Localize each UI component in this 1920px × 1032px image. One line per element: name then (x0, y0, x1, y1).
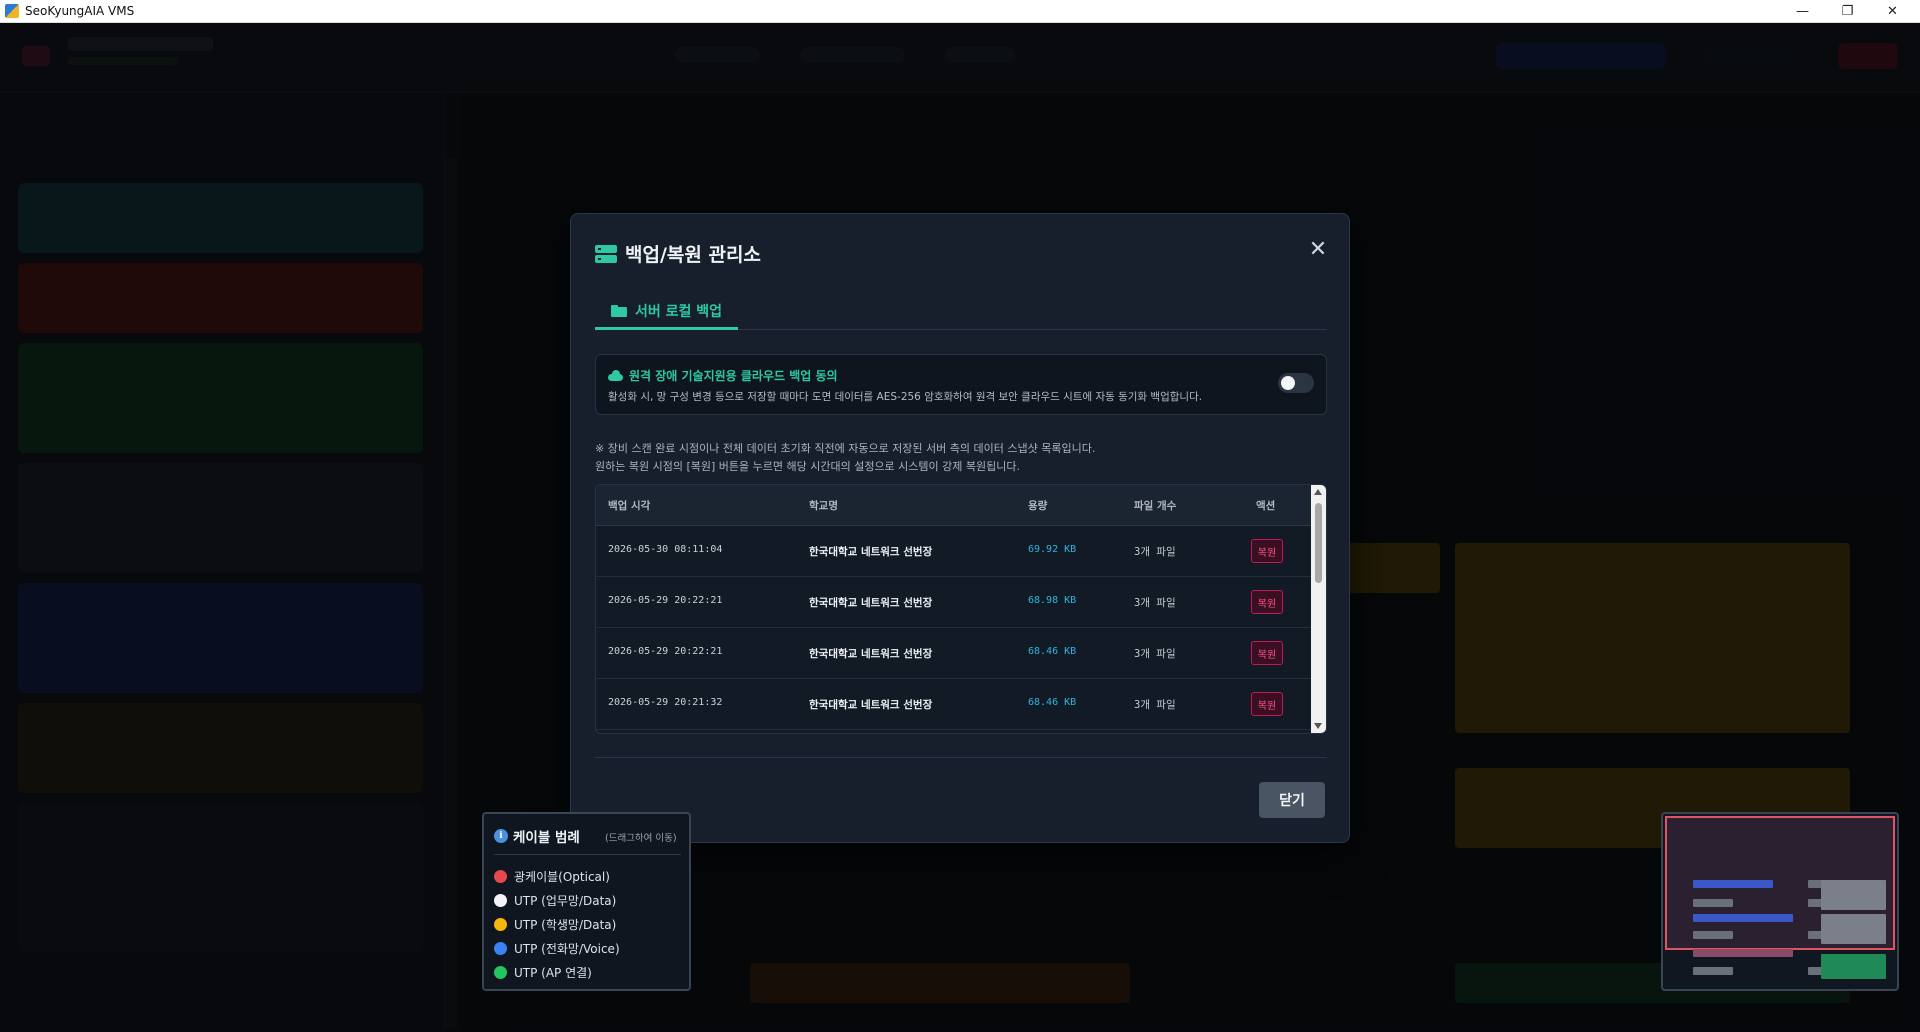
table-row: 2026-05-30 08:11:04 한국대학교 네트워크 선번장 69.92… (596, 526, 1311, 577)
backup-size: 68.98 KB (1028, 595, 1077, 606)
school-name: 한국대학교 네트워크 선번장 (809, 699, 933, 711)
app-icon (5, 4, 19, 18)
consent-description: 활성화 시, 망 구성 변경 등으로 저장할 때마다 도면 데이터를 AES-2… (608, 391, 1203, 403)
backup-time: 2026-05-29 20:22:21 (608, 646, 723, 657)
minimap-block (1693, 949, 1793, 957)
close-icon[interactable]: ✕ (1305, 236, 1331, 262)
file-count: 3개 파일 (1134, 699, 1176, 711)
minimap-block (1821, 954, 1886, 979)
window-titlebar: SeoKyungAIA VMS — ❐ ✕ (0, 0, 1920, 23)
minimap-block (1693, 967, 1733, 975)
cloud-upload-icon (608, 370, 623, 381)
legend-item-utp-data: UTP (업무망/Data) (494, 892, 616, 909)
legend-label: 광케이블(Optical) (514, 870, 610, 884)
file-count: 3개 파일 (1134, 648, 1176, 660)
backup-size: 68.46 KB (1028, 697, 1077, 708)
cloud-backup-toggle[interactable] (1278, 373, 1314, 393)
red-dot-icon (494, 870, 507, 883)
column-header-school: 학교명 (809, 500, 838, 512)
legend-item-optical: 광케이블(Optical) (494, 868, 610, 885)
yellow-dot-icon (494, 918, 507, 931)
modal-header: 백업/복원 관리소 (595, 240, 761, 267)
modal-title: 백업/복원 관리소 (625, 244, 761, 266)
legend-label: UTP (업무망/Data) (514, 894, 617, 908)
close-window-button[interactable]: ✕ (1870, 0, 1915, 23)
school-name: 한국대학교 네트워크 선번장 (809, 546, 933, 558)
restore-button[interactable]: 복원 (1251, 692, 1283, 716)
column-header-size: 용량 (1028, 500, 1048, 512)
backup-time: 2026-05-30 08:11:04 (608, 544, 723, 555)
column-header-files: 파일 개수 (1134, 500, 1177, 512)
minimap-block (1693, 880, 1773, 888)
backup-note-2: 원하는 복원 시점의 [복원] 버튼을 누르면 해당 시간대의 설정으로 시스템… (595, 460, 1020, 473)
column-header-action: 액션 (1256, 500, 1276, 512)
window-title: SeoKyungAIA VMS (25, 4, 135, 18)
school-name: 한국대학교 네트워크 선번장 (809, 648, 933, 660)
folder-open-icon (611, 304, 627, 317)
minimap[interactable] (1661, 812, 1899, 991)
legend-item-utp-ap: UTP (AP 연결) (494, 964, 592, 981)
restore-button[interactable]: 복원 (1251, 590, 1283, 614)
legend-item-utp-voice: UTP (전화망/Voice) (494, 940, 620, 957)
legend-divider (494, 854, 681, 855)
backup-size: 69.92 KB (1028, 544, 1077, 555)
legend-label: UTP (전화망/Voice) (514, 942, 620, 956)
restore-button[interactable]: 복원 (1251, 641, 1283, 665)
tab-label: 서버 로컬 백업 (635, 303, 723, 320)
file-count: 3개 파일 (1134, 597, 1176, 609)
table-row: 2026-05-29 20:22:21 한국대학교 네트워크 선번장 68.46… (596, 628, 1311, 679)
legend-label: UTP (학생망/Data) (514, 918, 617, 932)
table-scrollbar[interactable] (1311, 485, 1326, 733)
legend-label: UTP (AP 연결) (514, 966, 592, 980)
cloud-backup-consent: 원격 장애 기술지원용 클라우드 백업 동의 활성화 시, 망 구성 변경 등으… (595, 354, 1327, 415)
consent-title: 원격 장애 기술지원용 클라우드 백업 동의 (629, 369, 838, 383)
backup-time: 2026-05-29 20:21:32 (608, 697, 723, 708)
minimize-button[interactable]: — (1780, 0, 1825, 23)
cable-legend-panel[interactable]: i 케이블 범례 (드래그하여 이동) 광케이블(Optical) UTP (업… (482, 812, 691, 991)
table-header: 백업 시각 학교명 용량 파일 개수 액션 (596, 485, 1311, 526)
minimap-block (1693, 931, 1733, 939)
file-count: 3개 파일 (1134, 546, 1176, 558)
restore-button[interactable]: 복원 (1251, 539, 1283, 563)
backup-table: 백업 시각 학교명 용량 파일 개수 액션 2026-05-30 08:11:0… (595, 484, 1327, 734)
backup-size: 68.46 KB (1028, 646, 1077, 657)
tab-server-local-backup[interactable]: 서버 로컬 백업 (595, 294, 739, 330)
scroll-thumb[interactable] (1315, 503, 1322, 583)
backup-restore-modal: 백업/복원 관리소 ✕ 서버 로컬 백업 원격 장애 기술지원용 클라우드 백업… (570, 213, 1350, 843)
minimap-block (1693, 899, 1733, 907)
green-dot-icon (494, 966, 507, 979)
school-name: 한국대학교 네트워크 선번장 (809, 597, 933, 609)
close-button[interactable]: 닫기 (1259, 782, 1325, 818)
table-row: 2026-05-29 20:22:21 한국대학교 네트워크 선번장 68.98… (596, 577, 1311, 628)
blue-dot-icon (494, 942, 507, 955)
column-header-time: 백업 시각 (608, 500, 651, 512)
legend-title: 케이블 범례 (513, 830, 580, 846)
scroll-down-icon[interactable] (1314, 723, 1322, 729)
minimap-block (1821, 880, 1886, 910)
legend-header: i 케이블 범례 (494, 826, 580, 846)
backup-note-1: ※ 장비 스캔 완료 시점이나 전체 데이터 초기화 직전에 자동으로 저장된 … (595, 442, 1096, 455)
legend-item-utp-student: UTP (학생망/Data) (494, 916, 616, 933)
scroll-up-icon[interactable] (1314, 489, 1322, 495)
info-icon: i (494, 829, 508, 843)
modal-tabs: 서버 로컬 백업 (595, 294, 1327, 330)
table-row: 2026-05-29 20:21:32 한국대학교 네트워크 선번장 68.46… (596, 679, 1311, 730)
maximize-button[interactable]: ❐ (1825, 0, 1870, 23)
legend-drag-hint: (드래그하여 이동) (605, 833, 677, 844)
toggle-knob (1281, 376, 1295, 390)
minimap-block (1693, 914, 1793, 922)
backup-time: 2026-05-29 20:22:21 (608, 595, 723, 606)
server-icon (595, 244, 617, 263)
white-dot-icon (494, 894, 507, 907)
consent-title-row: 원격 장애 기술지원용 클라우드 백업 동의 (608, 367, 838, 384)
modal-footer-divider (595, 757, 1327, 758)
minimap-block (1821, 914, 1886, 944)
